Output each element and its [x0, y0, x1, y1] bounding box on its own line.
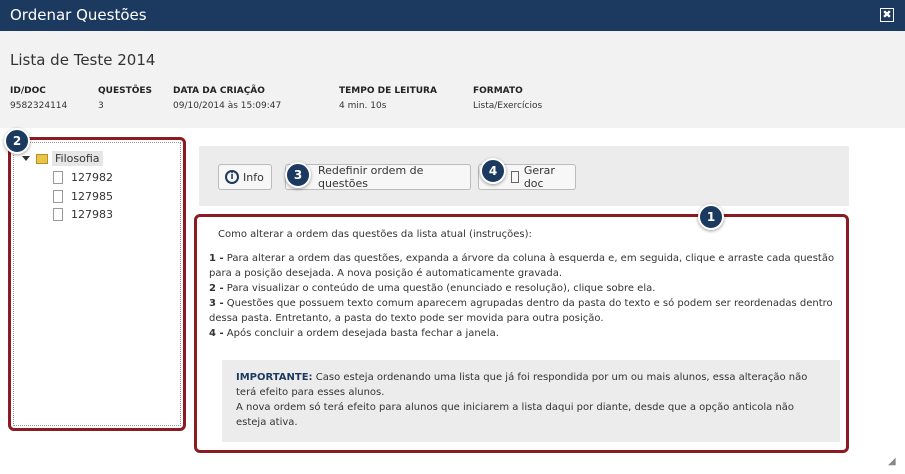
instructions-steps: 1 - Para alterar a ordem das questões, e…	[209, 251, 839, 341]
step-text: Para visualizar o conteúdo de uma questã…	[226, 283, 656, 294]
meta-id: ID/DOC 9582324114	[10, 86, 67, 111]
instructions-heading: Como alterar a ordem das questões da lis…	[218, 229, 532, 240]
step-number: 1 -	[209, 253, 224, 264]
file-icon	[53, 171, 63, 184]
tree-question-item[interactable]: 127983	[53, 208, 113, 221]
info-button-label: Info	[243, 170, 264, 184]
step-item: 1 - Para alterar a ordem das questões, e…	[209, 251, 839, 281]
expand-triangle-icon[interactable]	[22, 156, 30, 161]
callout-badge-4: 4	[480, 158, 506, 184]
info-button[interactable]: i Info	[218, 164, 272, 190]
meta-label: FORMATO	[473, 86, 523, 96]
meta-label: ID/DOC	[10, 86, 46, 96]
callout-badge-2: 2	[4, 128, 30, 154]
file-icon	[53, 190, 63, 203]
step-item: 3 - Questões que possuem texto comum apa…	[209, 296, 839, 326]
list-name: Lista de Teste 2014	[10, 51, 156, 69]
tree-question-item[interactable]: 127982	[53, 171, 113, 184]
folder-label: Filosofia	[52, 151, 103, 166]
meta-created: DATA DA CRIAÇÃO 09/10/2014 às 15:09:47	[173, 86, 281, 111]
step-item: 2 - Para visualizar o conteúdo de uma qu…	[209, 281, 839, 296]
resize-grip-icon[interactable]: ◢	[888, 456, 896, 467]
title-bar: Ordenar Questões ✖	[0, 0, 905, 31]
question-label: 127982	[71, 171, 113, 184]
step-item: 4 - Após concluir a ordem desejada basta…	[209, 326, 839, 341]
meta-label: DATA DA CRIAÇÃO	[173, 86, 265, 96]
question-label: 127985	[71, 190, 113, 203]
important-line: IMPORTANTE: Caso esteja ordenando uma li…	[236, 370, 826, 400]
meta-value: Lista/Exercícios	[473, 101, 543, 111]
callout-badge-3: 3	[285, 162, 311, 188]
meta-reading-time: TEMPO DE LEITURA 4 min. 10s	[339, 86, 437, 111]
tree-folder[interactable]: Filosofia	[22, 151, 103, 166]
meta-questions: QUESTÕES 3	[98, 86, 152, 111]
document-icon	[511, 171, 519, 183]
meta-label: TEMPO DE LEITURA	[339, 86, 437, 96]
callout-badge-1: 1	[698, 204, 724, 230]
tree-question-item[interactable]: 127985	[53, 190, 113, 203]
important-label: IMPORTANTE:	[236, 372, 313, 383]
step-text: Para alterar a ordem das questões, expan…	[209, 253, 835, 279]
window-title: Ordenar Questões	[10, 6, 147, 24]
question-tree	[13, 142, 181, 426]
meta-value: 3	[98, 101, 104, 111]
meta-format: FORMATO Lista/Exercícios	[473, 86, 542, 111]
important-text: Caso esteja ordenando uma lista que já f…	[236, 372, 808, 398]
important-notice: IMPORTANTE: Caso esteja ordenando uma li…	[222, 360, 840, 442]
question-label: 127983	[71, 208, 113, 221]
important-text-2: A nova ordem só terá efeito para alunos …	[236, 402, 795, 428]
close-icon[interactable]: ✖	[880, 8, 894, 22]
reset-order-button[interactable]: Redefinir ordem de questões	[285, 164, 471, 190]
step-number: 4 -	[209, 328, 224, 339]
step-number: 2 -	[209, 283, 224, 294]
file-icon	[53, 208, 63, 221]
meta-value: 9582324114	[10, 101, 68, 111]
folder-icon	[36, 153, 48, 164]
generate-doc-label: Gerar doc	[523, 164, 555, 190]
info-icon: i	[225, 170, 239, 184]
step-number: 3 -	[209, 298, 224, 309]
meta-value: 09/10/2014 às 15:09:47	[173, 101, 282, 111]
step-text: Após concluir a ordem desejada basta fec…	[226, 328, 499, 339]
list-info-panel: Lista de Teste 2014 ID/DOC 9582324114 QU…	[0, 31, 905, 128]
step-text: Questões que possuem texto comum aparece…	[209, 298, 833, 324]
meta-label: QUESTÕES	[98, 86, 153, 96]
reset-order-label: Redefinir ordem de questões	[318, 164, 424, 190]
meta-value: 4 min. 10s	[339, 101, 387, 111]
